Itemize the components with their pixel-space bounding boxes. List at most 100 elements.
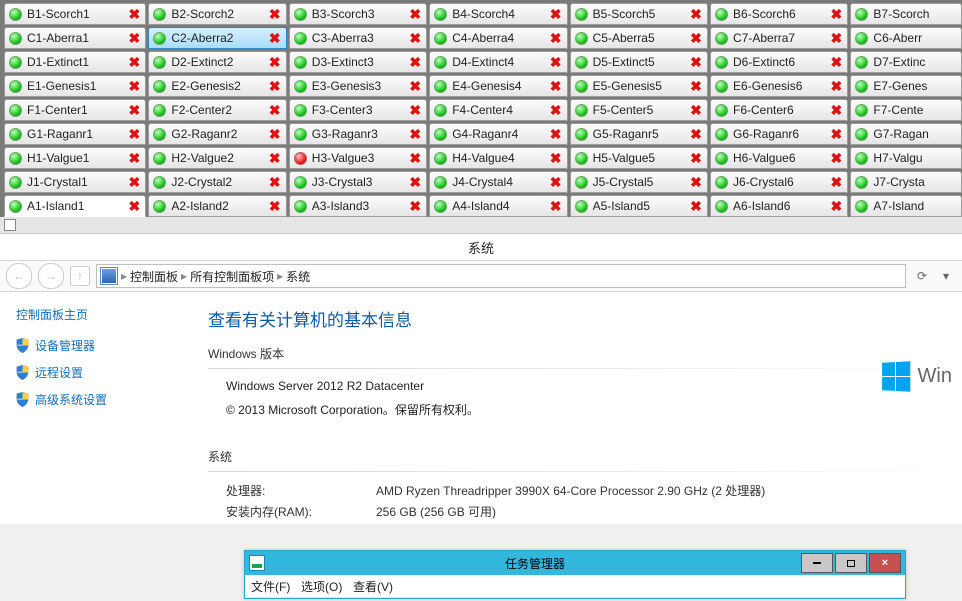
session-tab[interactable]: C4-Aberra4✖ bbox=[429, 27, 567, 49]
close-tab-icon[interactable]: ✖ bbox=[549, 55, 563, 69]
search-dropdown-icon[interactable]: ▾ bbox=[936, 266, 956, 286]
breadcrumb-0[interactable]: 控制面板 bbox=[130, 268, 178, 285]
session-tab[interactable]: A5-Island5✖ bbox=[570, 195, 708, 217]
close-tab-icon[interactable]: ✖ bbox=[689, 55, 703, 69]
close-tab-icon[interactable]: ✖ bbox=[549, 127, 563, 141]
close-tab-icon[interactable]: ✖ bbox=[689, 199, 703, 213]
close-tab-icon[interactable]: ✖ bbox=[408, 7, 422, 21]
session-tab[interactable]: D5-Extinct5✖ bbox=[570, 51, 708, 73]
close-tab-icon[interactable]: ✖ bbox=[127, 103, 141, 117]
close-tab-icon[interactable]: ✖ bbox=[268, 151, 282, 165]
sidebar-link[interactable]: 远程设置 bbox=[16, 364, 184, 381]
session-tab[interactable]: B6-Scorch6✖ bbox=[710, 3, 848, 25]
task-manager-window[interactable]: 任务管理器 × 文件(F) 选项(O) 查看(V) bbox=[244, 550, 906, 599]
close-tab-icon[interactable]: ✖ bbox=[689, 7, 703, 21]
session-tab[interactable]: J4-Crystal4✖ bbox=[429, 171, 567, 193]
close-tab-icon[interactable]: ✖ bbox=[127, 151, 141, 165]
close-tab-icon[interactable]: ✖ bbox=[127, 55, 141, 69]
close-tab-icon[interactable]: ✖ bbox=[408, 103, 422, 117]
close-tab-icon[interactable]: ✖ bbox=[549, 79, 563, 93]
session-tab[interactable]: H1-Valgue1✖ bbox=[4, 147, 146, 169]
close-tab-icon[interactable]: ✖ bbox=[829, 103, 843, 117]
session-tab[interactable]: D4-Extinct4✖ bbox=[429, 51, 567, 73]
session-tab[interactable]: A2-Island2✖ bbox=[148, 195, 286, 217]
close-tab-icon[interactable]: ✖ bbox=[268, 199, 282, 213]
session-tab[interactable]: G4-Raganr4✖ bbox=[429, 123, 567, 145]
close-tab-icon[interactable]: ✖ bbox=[829, 7, 843, 21]
session-tab[interactable]: B1-Scorch1✖ bbox=[4, 3, 146, 25]
session-tab[interactable]: D1-Extinct1✖ bbox=[4, 51, 146, 73]
address-bar[interactable]: ▸ 控制面板 ▸ 所有控制面板项 ▸ 系统 bbox=[96, 264, 906, 288]
session-tab[interactable]: H4-Valgue4✖ bbox=[429, 147, 567, 169]
session-tab[interactable]: J6-Crystal6✖ bbox=[710, 171, 848, 193]
session-tab[interactable]: J1-Crystal1✖ bbox=[4, 171, 146, 193]
close-tab-icon[interactable]: ✖ bbox=[127, 199, 141, 213]
close-tab-icon[interactable]: ✖ bbox=[689, 175, 703, 189]
close-tab-icon[interactable]: ✖ bbox=[408, 79, 422, 93]
breadcrumb-2[interactable]: 系统 bbox=[286, 268, 310, 285]
close-tab-icon[interactable]: ✖ bbox=[127, 7, 141, 21]
session-tab[interactable]: E2-Genesis2✖ bbox=[148, 75, 286, 97]
session-tab[interactable]: F3-Center3✖ bbox=[289, 99, 427, 121]
session-tab[interactable]: H2-Valgue2✖ bbox=[148, 147, 286, 169]
session-tab[interactable]: F2-Center2✖ bbox=[148, 99, 286, 121]
session-tab[interactable]: B7-Scorch bbox=[850, 3, 962, 25]
session-tab[interactable]: J3-Crystal3✖ bbox=[289, 171, 427, 193]
close-tab-icon[interactable]: ✖ bbox=[127, 31, 141, 45]
close-tab-icon[interactable]: ✖ bbox=[268, 79, 282, 93]
session-tab[interactable]: C1-Aberra1✖ bbox=[4, 27, 146, 49]
session-tab[interactable]: A1-Island1✖ bbox=[4, 195, 146, 217]
close-tab-icon[interactable]: ✖ bbox=[689, 31, 703, 45]
close-tab-icon[interactable]: ✖ bbox=[408, 127, 422, 141]
close-tab-icon[interactable]: ✖ bbox=[408, 175, 422, 189]
session-tab[interactable]: A3-Island3✖ bbox=[289, 195, 427, 217]
session-tab[interactable]: E7-Genes bbox=[850, 75, 962, 97]
session-tab[interactable]: A7-Island bbox=[850, 195, 962, 217]
close-tab-icon[interactable]: ✖ bbox=[549, 31, 563, 45]
session-tab[interactable]: E5-Genesis5✖ bbox=[570, 75, 708, 97]
session-tab[interactable]: A6-Island6✖ bbox=[710, 195, 848, 217]
session-tab[interactable]: J7-Crysta bbox=[850, 171, 962, 193]
close-tab-icon[interactable]: ✖ bbox=[549, 103, 563, 117]
session-tab[interactable]: D6-Extinct6✖ bbox=[710, 51, 848, 73]
close-tab-icon[interactable]: ✖ bbox=[408, 151, 422, 165]
close-tab-icon[interactable]: ✖ bbox=[408, 55, 422, 69]
close-tab-icon[interactable]: ✖ bbox=[549, 7, 563, 21]
close-tab-icon[interactable]: ✖ bbox=[689, 151, 703, 165]
sidebar-heading[interactable]: 控制面板主页 bbox=[16, 306, 184, 323]
close-tab-icon[interactable]: ✖ bbox=[829, 199, 843, 213]
minimize-button[interactable] bbox=[801, 553, 833, 573]
menu-file[interactable]: 文件(F) bbox=[251, 578, 290, 595]
close-tab-icon[interactable]: ✖ bbox=[829, 79, 843, 93]
close-tab-icon[interactable]: ✖ bbox=[549, 199, 563, 213]
close-tab-icon[interactable]: ✖ bbox=[689, 79, 703, 93]
close-tab-icon[interactable]: ✖ bbox=[689, 103, 703, 117]
session-tab[interactable]: H6-Valgue6✖ bbox=[710, 147, 848, 169]
session-tab[interactable]: B2-Scorch2✖ bbox=[148, 3, 286, 25]
pin-icon[interactable] bbox=[4, 219, 16, 231]
session-tab[interactable]: C2-Aberra2✖ bbox=[148, 27, 286, 49]
session-tab[interactable]: E4-Genesis4✖ bbox=[429, 75, 567, 97]
sidebar-link[interactable]: 高级系统设置 bbox=[16, 391, 184, 408]
close-tab-icon[interactable]: ✖ bbox=[408, 31, 422, 45]
close-tab-icon[interactable]: ✖ bbox=[127, 79, 141, 93]
session-tab[interactable]: G1-Raganr1✖ bbox=[4, 123, 146, 145]
session-tab[interactable]: A4-Island4✖ bbox=[429, 195, 567, 217]
close-tab-icon[interactable]: ✖ bbox=[549, 175, 563, 189]
session-tab[interactable]: F6-Center6✖ bbox=[710, 99, 848, 121]
session-tab[interactable]: D7-Extinc bbox=[850, 51, 962, 73]
close-tab-icon[interactable]: ✖ bbox=[268, 55, 282, 69]
nav-up-button[interactable]: ↑ bbox=[70, 266, 90, 286]
session-tab[interactable]: G2-Raganr2✖ bbox=[148, 123, 286, 145]
session-tab[interactable]: G3-Raganr3✖ bbox=[289, 123, 427, 145]
session-tab[interactable]: F5-Center5✖ bbox=[570, 99, 708, 121]
close-tab-icon[interactable]: ✖ bbox=[408, 199, 422, 213]
close-tab-icon[interactable]: ✖ bbox=[268, 7, 282, 21]
session-tab[interactable]: C5-Aberra5✖ bbox=[570, 27, 708, 49]
close-button[interactable]: × bbox=[869, 553, 901, 573]
session-tab[interactable]: D3-Extinct3✖ bbox=[289, 51, 427, 73]
session-tab[interactable]: C7-Aberra7✖ bbox=[710, 27, 848, 49]
close-tab-icon[interactable]: ✖ bbox=[268, 175, 282, 189]
session-tab[interactable]: B4-Scorch4✖ bbox=[429, 3, 567, 25]
close-tab-icon[interactable]: ✖ bbox=[829, 31, 843, 45]
